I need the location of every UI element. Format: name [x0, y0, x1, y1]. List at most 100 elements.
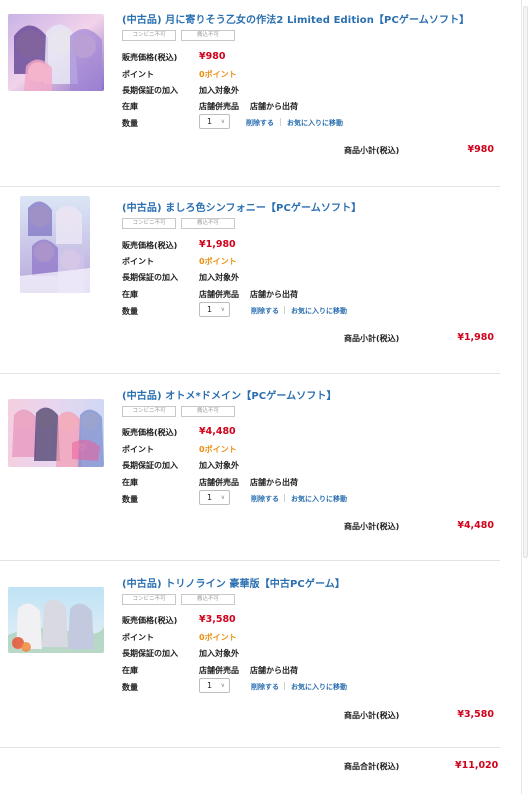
badge-delivery-unavailable: 搬込不可	[181, 30, 235, 41]
stock-store-value: 店舗併売品	[199, 102, 239, 111]
stock-label: 在庫	[122, 102, 138, 111]
game-cover-art: ♡	[8, 399, 104, 467]
move-to-favorites-link[interactable]: お気に入りに移動	[291, 306, 347, 316]
quantity-label: 数量	[122, 683, 138, 692]
cart-item: ♡ (中古品) オトメ*ドメイン【PCゲームソフト】 コンビニ不可 搬込不可 販…	[0, 374, 500, 561]
total-value: ¥11,020	[455, 760, 499, 771]
quantity-label: 数量	[122, 119, 138, 128]
stock-store-value: 店舗併売品	[199, 666, 239, 675]
point-value: 0ポイント	[199, 257, 237, 266]
chevron-down-icon: ∨	[220, 118, 225, 125]
quantity-value: 1	[207, 493, 213, 502]
stock-store-value: 店舗併売品	[199, 290, 239, 299]
quantity-select[interactable]: 1 ∨	[199, 678, 230, 693]
subtotal-value: ¥4,480	[457, 520, 494, 531]
badge-delivery-unavailable: 搬込不可	[181, 218, 235, 229]
delete-link[interactable]: 削除する	[251, 682, 279, 692]
warranty-value: 加入対象外	[199, 273, 239, 282]
quantity-value: 1	[207, 117, 213, 126]
point-label: ポイント	[122, 445, 154, 454]
warranty-label: 長期保証の加入	[122, 86, 178, 95]
stock-store-value: 店舗併売品	[199, 478, 239, 487]
product-title[interactable]: (中古品) ましろ色シンフォニー【PCゲームソフト】	[122, 199, 361, 214]
price-label: 販売価格(税込)	[122, 241, 178, 250]
point-value: 0ポイント	[199, 633, 237, 642]
warranty-value: 加入対象外	[199, 649, 239, 658]
badge-group: コンビニ不可 搬込不可	[122, 218, 235, 229]
badge-convenience-unavailable: コンビニ不可	[122, 218, 176, 229]
cart-item: (中古品) ましろ色シンフォニー【PCゲームソフト】 コンビニ不可 搬込不可 販…	[0, 187, 500, 374]
stock-label: 在庫	[122, 478, 138, 487]
stock-ship-value: 店舗から出荷	[250, 666, 298, 675]
game-cover-art	[8, 14, 104, 91]
warranty-label: 長期保証の加入	[122, 649, 178, 658]
product-image[interactable]	[8, 14, 104, 91]
delete-link[interactable]: 削除する	[251, 494, 279, 504]
product-title[interactable]: (中古品) オトメ*ドメイン【PCゲームソフト】	[122, 387, 337, 402]
scrollbar-thumb[interactable]	[523, 6, 528, 558]
subtotal-value: ¥3,580	[457, 709, 494, 720]
point-label: ポイント	[122, 257, 154, 266]
cart-page: (中古品) 月に寄りそう乙女の作法2 Limited Edition【PCゲーム…	[0, 0, 532, 794]
link-divider	[284, 306, 285, 314]
subtotal-label: 商品小計(税込)	[344, 334, 400, 343]
quantity-value: 1	[207, 681, 213, 690]
point-label: ポイント	[122, 70, 154, 79]
stock-label: 在庫	[122, 290, 138, 299]
move-to-favorites-link[interactable]: お気に入りに移動	[291, 682, 347, 692]
quantity-label: 数量	[122, 307, 138, 316]
game-cover-art	[20, 196, 90, 293]
stock-label: 在庫	[122, 666, 138, 675]
point-value: 0ポイント	[199, 445, 237, 454]
link-divider	[280, 118, 281, 126]
price-label: 販売価格(税込)	[122, 428, 178, 437]
point-label: ポイント	[122, 633, 154, 642]
badge-group: コンビニ不可 搬込不可	[122, 594, 235, 605]
badge-group: コンビニ不可 搬込不可	[122, 406, 235, 417]
stock-ship-value: 店舗から出荷	[250, 478, 298, 487]
price-value: ¥1,980	[199, 239, 236, 250]
subtotal-label: 商品小計(税込)	[344, 146, 400, 155]
cart-item: (中古品) トリノライン 豪華版【中古PCゲーム】 コンビニ不可 搬込不可 販売…	[0, 561, 500, 748]
badge-convenience-unavailable: コンビニ不可	[122, 594, 176, 605]
price-label: 販売価格(税込)	[122, 616, 178, 625]
product-title[interactable]: (中古品) トリノライン 豪華版【中古PCゲーム】	[122, 575, 345, 590]
product-image[interactable]	[8, 587, 104, 653]
price-value: ¥980	[199, 51, 226, 62]
warranty-value: 加入対象外	[199, 86, 239, 95]
subtotal-value: ¥1,980	[457, 332, 494, 343]
quantity-select[interactable]: 1 ∨	[199, 114, 230, 129]
quantity-value: 1	[207, 305, 213, 314]
move-to-favorites-link[interactable]: お気に入りに移動	[291, 494, 347, 504]
product-image[interactable]	[20, 196, 90, 293]
stock-ship-value: 店舗から出荷	[250, 102, 298, 111]
point-value: 0ポイント	[199, 70, 237, 79]
badge-group: コンビニ不可 搬込不可	[122, 30, 235, 41]
price-value: ¥4,480	[199, 426, 236, 437]
delete-link[interactable]: 削除する	[251, 306, 279, 316]
badge-delivery-unavailable: 搬込不可	[181, 406, 235, 417]
subtotal-label: 商品小計(税込)	[344, 522, 400, 531]
product-image[interactable]: ♡	[8, 399, 104, 467]
warranty-label: 長期保証の加入	[122, 461, 178, 470]
price-value: ¥3,580	[199, 614, 236, 625]
move-to-favorites-link[interactable]: お気に入りに移動	[287, 118, 343, 128]
stock-ship-value: 店舗から出荷	[250, 290, 298, 299]
link-divider	[284, 682, 285, 690]
quantity-select[interactable]: 1 ∨	[199, 490, 230, 505]
chevron-down-icon: ∨	[220, 306, 225, 313]
total-label: 商品合計(税込)	[344, 762, 400, 771]
game-cover-art	[8, 587, 104, 653]
badge-convenience-unavailable: コンビニ不可	[122, 30, 176, 41]
badge-convenience-unavailable: コンビニ不可	[122, 406, 176, 417]
cart-item: (中古品) 月に寄りそう乙女の作法2 Limited Edition【PCゲーム…	[0, 0, 500, 187]
product-title[interactable]: (中古品) 月に寄りそう乙女の作法2 Limited Edition【PCゲーム…	[122, 11, 469, 26]
quantity-label: 数量	[122, 495, 138, 504]
subtotal-label: 商品小計(税込)	[344, 711, 400, 720]
warranty-value: 加入対象外	[199, 461, 239, 470]
badge-delivery-unavailable: 搬込不可	[181, 594, 235, 605]
chevron-down-icon: ∨	[220, 682, 225, 689]
subtotal-value: ¥980	[467, 144, 494, 155]
quantity-select[interactable]: 1 ∨	[199, 302, 230, 317]
delete-link[interactable]: 削除する	[246, 118, 274, 128]
